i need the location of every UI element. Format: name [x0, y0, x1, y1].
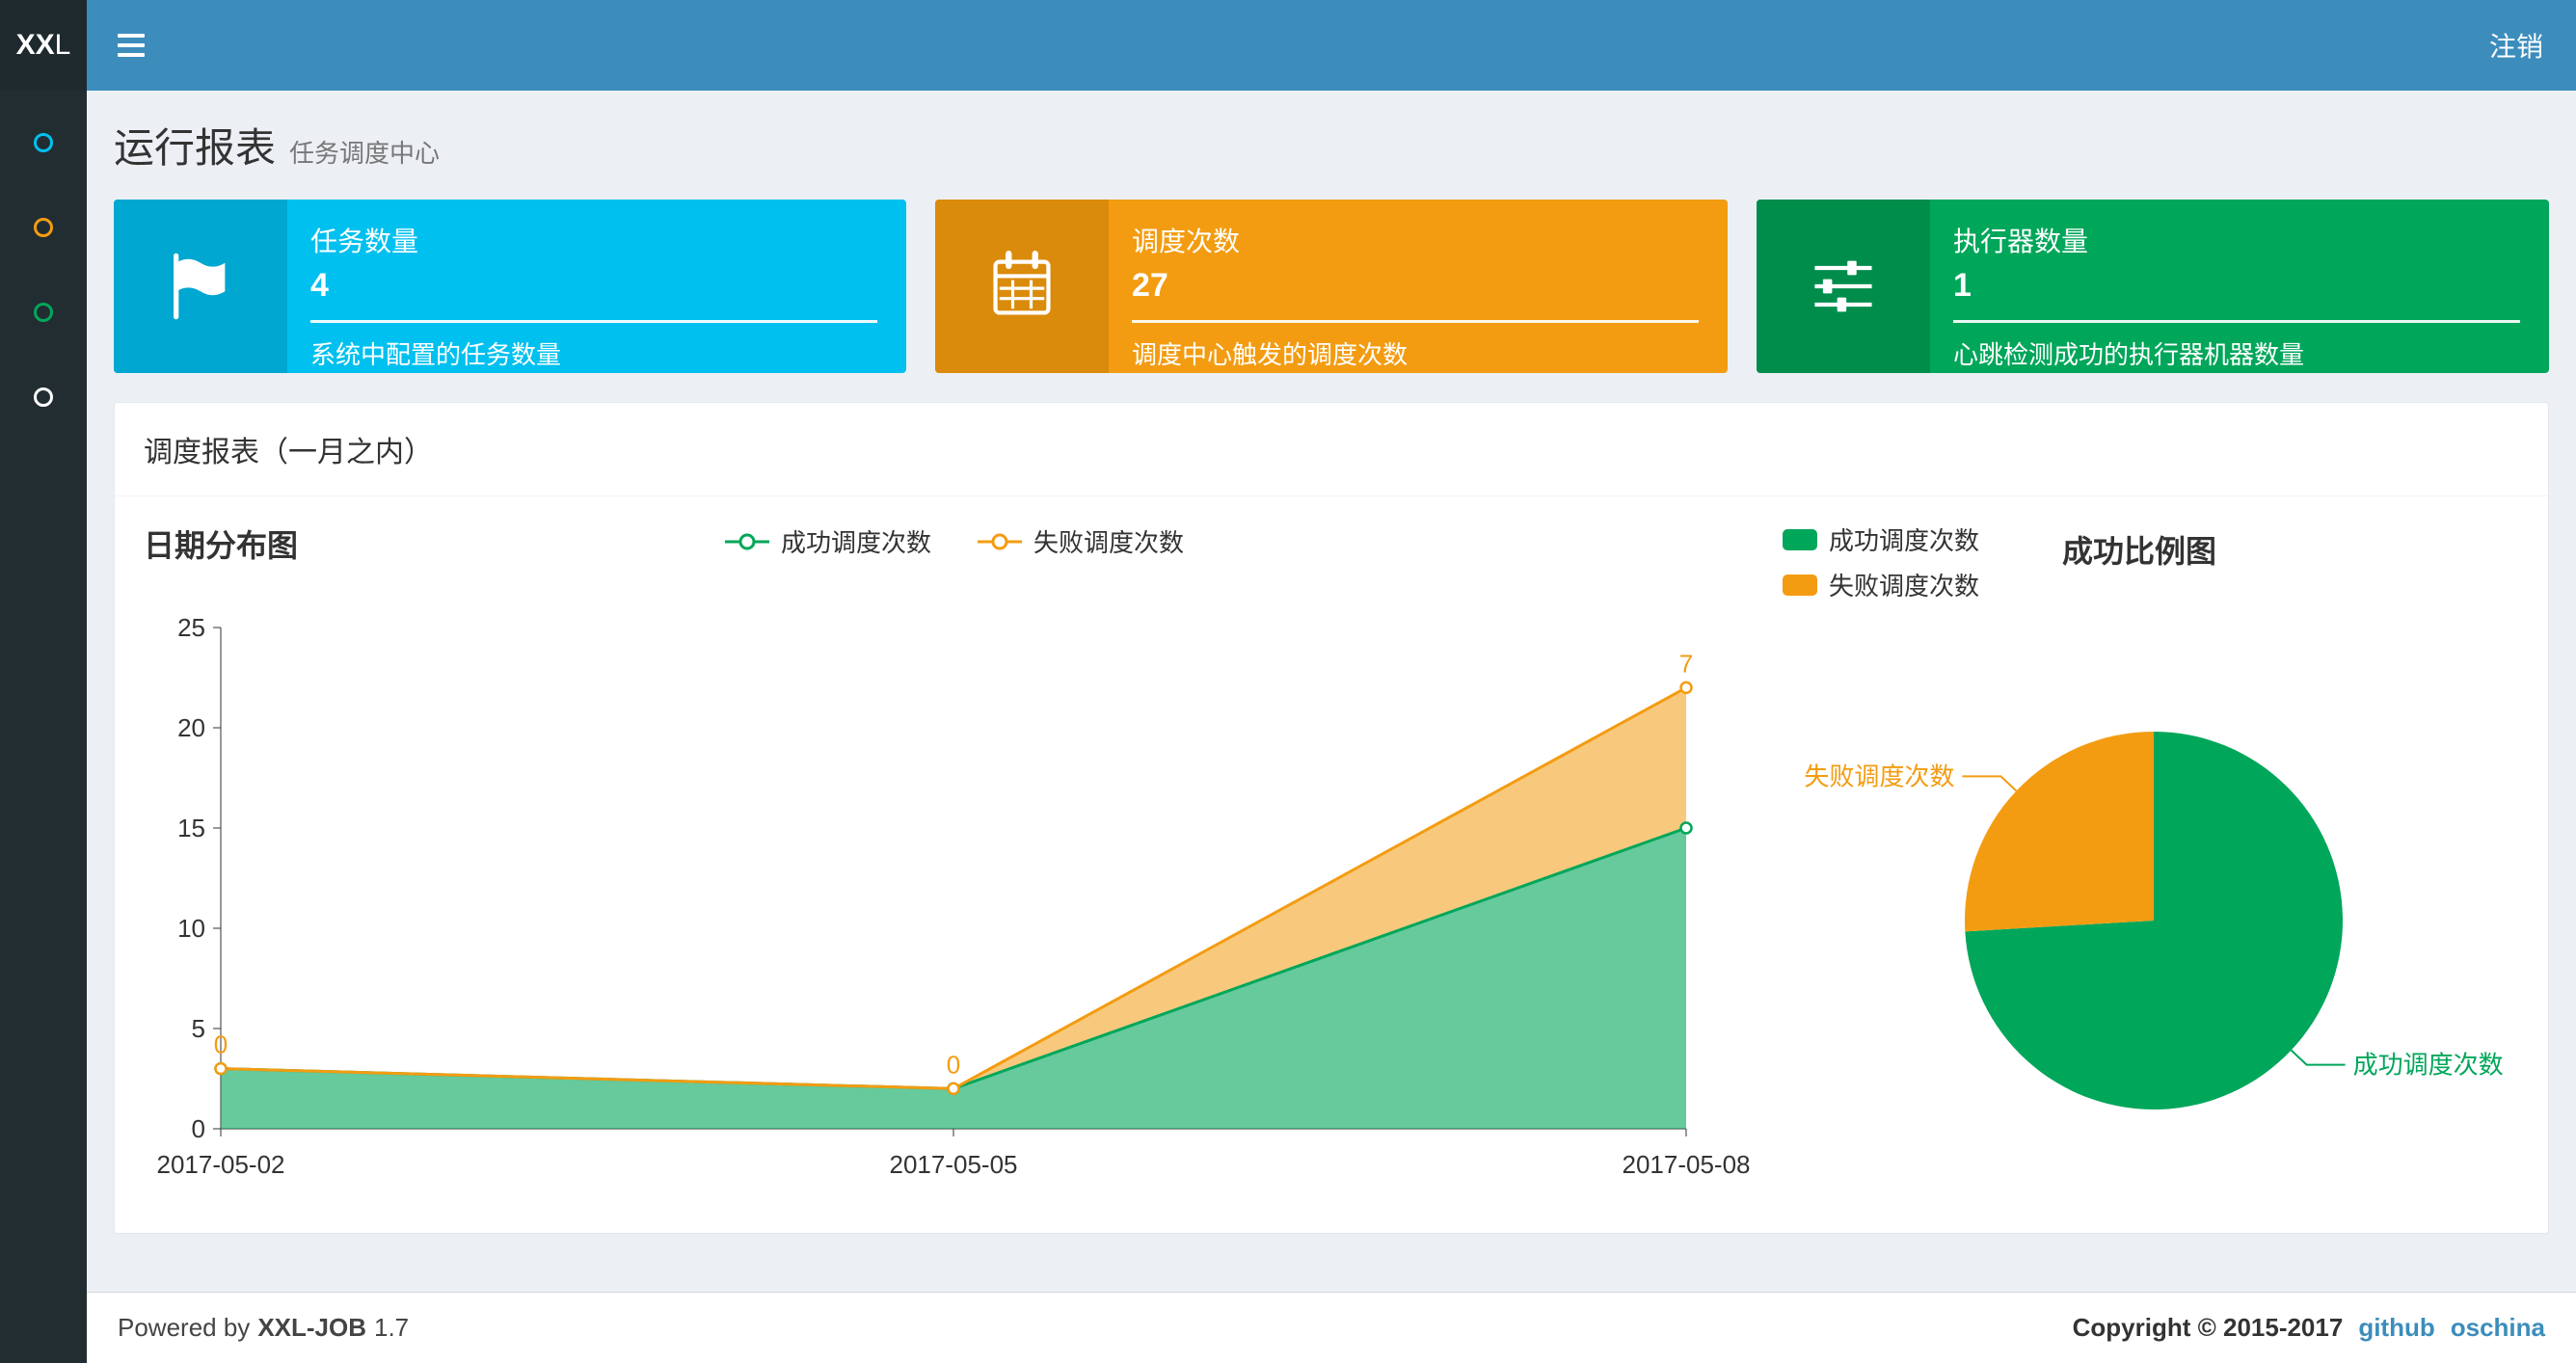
flag-icon — [114, 200, 287, 373]
main-content: 运行报表 任务调度中心 任务数量 4 系统中配置的任务数量 调度次数 27 调度… — [87, 91, 2576, 1292]
page-title: 运行报表 — [114, 125, 277, 171]
svg-text:2017-05-05: 2017-05-05 — [890, 1150, 1018, 1179]
info-box-content: 任务数量 4 系统中配置的任务数量 — [287, 200, 906, 373]
info-box-title: 执行器数量 — [1953, 227, 2089, 256]
line-chart-legend: 成功调度次数 失败调度次数 — [723, 523, 1184, 559]
logo-text-light: L — [54, 29, 71, 61]
svg-text:10: 10 — [177, 914, 205, 943]
report-panel: 调度报表（一月之内） 日期分布图 成功调度次数 失败调度次数 0 5 10 15 20 25… — [114, 402, 2549, 1234]
pie-legend-item-2[interactable]: 失败调度次数 — [1783, 567, 2519, 602]
info-box-value: 1 — [1953, 267, 1972, 304]
sidebar-item-4[interactable] — [0, 355, 87, 440]
info-box-content: 调度次数 27 调度中心触发的调度次数 — [1109, 200, 1728, 373]
svg-text:成功调度次数: 成功调度次数 — [2353, 1051, 2504, 1080]
line-chart-title: 日期分布图 — [144, 528, 299, 563]
circle-outline-icon — [34, 388, 53, 407]
circle-outline-icon — [34, 218, 53, 237]
info-box-value: 4 — [310, 267, 329, 304]
logout-link[interactable]: 注销 — [2489, 26, 2543, 65]
info-box-description: 心跳检测成功的执行器机器数量 — [1953, 340, 2305, 369]
info-box-description: 系统中配置的任务数量 — [310, 340, 562, 369]
info-box-divider — [1953, 320, 2520, 323]
line-chart-canvas: 05101520252017-05-02 2017-05-05 2017-05-08… — [157, 613, 1751, 1179]
circle-outline-icon — [34, 133, 53, 152]
info-box-content: 执行器数量 1 心跳检测成功的执行器机器数量 — [1930, 200, 2549, 373]
github-link[interactable]: github — [2358, 1313, 2434, 1343]
pie-chart-header: 成功调度次数 失败调度次数 成功比例图 — [1783, 521, 2519, 602]
sidebar — [0, 0, 87, 1363]
info-box-divider — [1132, 320, 1699, 323]
legend-swatch-icon — [1783, 528, 1817, 550]
info-box-title: 调度次数 — [1132, 227, 1241, 256]
sidebar-item-2[interactable] — [0, 185, 87, 270]
svg-text:2017-05-02: 2017-05-02 — [157, 1150, 285, 1179]
circle-outline-icon — [34, 303, 53, 322]
svg-text:2017-05-08: 2017-05-08 — [1623, 1150, 1751, 1179]
page-subtitle: 任务调度中心 — [289, 139, 441, 168]
svg-text:5: 5 — [192, 1014, 205, 1043]
svg-text:15: 15 — [177, 814, 205, 842]
info-box-row: 任务数量 4 系统中配置的任务数量 调度次数 27 调度中心触发的调度次数 执行… — [114, 200, 2549, 373]
info-box-value: 27 — [1132, 267, 1168, 304]
date-distribution-chart: 日期分布图 成功调度次数 失败调度次数 0 5 10 15 20 25 2017-05-02 2… — [144, 521, 1763, 1216]
legend-label: 成功调度次数 — [1829, 526, 1980, 555]
pie-chart-title: 成功比例图 — [2062, 534, 2217, 569]
page-header: 运行报表 任务调度中心 — [114, 116, 2549, 174]
app-logo[interactable]: XX L — [0, 0, 87, 91]
svg-text:0: 0 — [947, 1050, 960, 1079]
legend-swatch-icon — [1783, 574, 1817, 596]
product-name: XXL-JOB — [257, 1313, 366, 1342]
hamburger-icon — [118, 34, 145, 38]
panel-body: 日期分布图 成功调度次数 失败调度次数 0 5 10 15 20 25 2017-05-02 2… — [115, 496, 2548, 1233]
svg-text:20: 20 — [177, 713, 205, 742]
line-series-marker-icon — [724, 533, 769, 549]
top-navbar: XX L 注销 — [0, 0, 2576, 91]
sidebar-toggle-button[interactable] — [87, 0, 175, 91]
oschina-link[interactable]: oschina — [2451, 1313, 2545, 1343]
copyright-text: Copyright © 2015-2017 — [2072, 1313, 2344, 1342]
footer-powered-by: Powered by XXL-JOB 1.7 — [118, 1313, 416, 1343]
info-box-trigger-count: 调度次数 27 调度中心触发的调度次数 — [935, 200, 1728, 373]
sidebar-item-3[interactable] — [0, 270, 87, 355]
logo-text-bold: XX — [15, 29, 55, 61]
success-ratio-chart: 成功调度次数 失败调度次数 成功比例图 成功调度次数 失败调度次数 — [1783, 521, 2519, 1216]
line-legend-item-2[interactable]: 失败调度次数 — [976, 523, 1184, 559]
info-box-title: 任务数量 — [310, 227, 419, 256]
product-version: 1.7 — [374, 1313, 410, 1342]
powered-prefix: Powered by — [118, 1313, 251, 1342]
footer-copyright: Copyright © 2015-2017 github oschina — [2073, 1313, 2545, 1343]
svg-text:0: 0 — [192, 1114, 205, 1143]
sidebar-item-1[interactable] — [0, 100, 87, 185]
info-box-divider — [310, 320, 877, 323]
pie-chart-canvas: 成功调度次数 失败调度次数 — [1804, 732, 2504, 1109]
svg-text:7: 7 — [1679, 649, 1693, 678]
page-footer: Powered by XXL-JOB 1.7 Copyright © 2015-20… — [87, 1292, 2576, 1363]
panel-title: 调度报表（一月之内） — [115, 403, 2548, 496]
info-box-job-count: 任务数量 4 系统中配置的任务数量 — [114, 200, 906, 373]
svg-text:25: 25 — [177, 613, 205, 642]
legend-label: 失败调度次数 — [1829, 572, 1980, 601]
info-box-description: 调度中心触发的调度次数 — [1132, 340, 1409, 369]
navbar-right: 注销 — [2489, 0, 2576, 91]
legend-label: 失败调度次数 — [1033, 528, 1185, 557]
line-legend-item-1[interactable]: 成功调度次数 — [723, 523, 931, 559]
info-box-executor-count: 执行器数量 1 心跳检测成功的执行器机器数量 — [1757, 200, 2549, 373]
sliders-icon — [1757, 200, 1930, 373]
svg-text:0: 0 — [214, 1030, 228, 1059]
line-chart-header: 日期分布图 成功调度次数 失败调度次数 — [144, 521, 1763, 579]
legend-label: 成功调度次数 — [780, 528, 931, 557]
calendar-icon — [935, 200, 1109, 373]
svg-text:失败调度次数: 失败调度次数 — [1804, 762, 1954, 790]
line-series-marker-icon — [978, 533, 1022, 549]
